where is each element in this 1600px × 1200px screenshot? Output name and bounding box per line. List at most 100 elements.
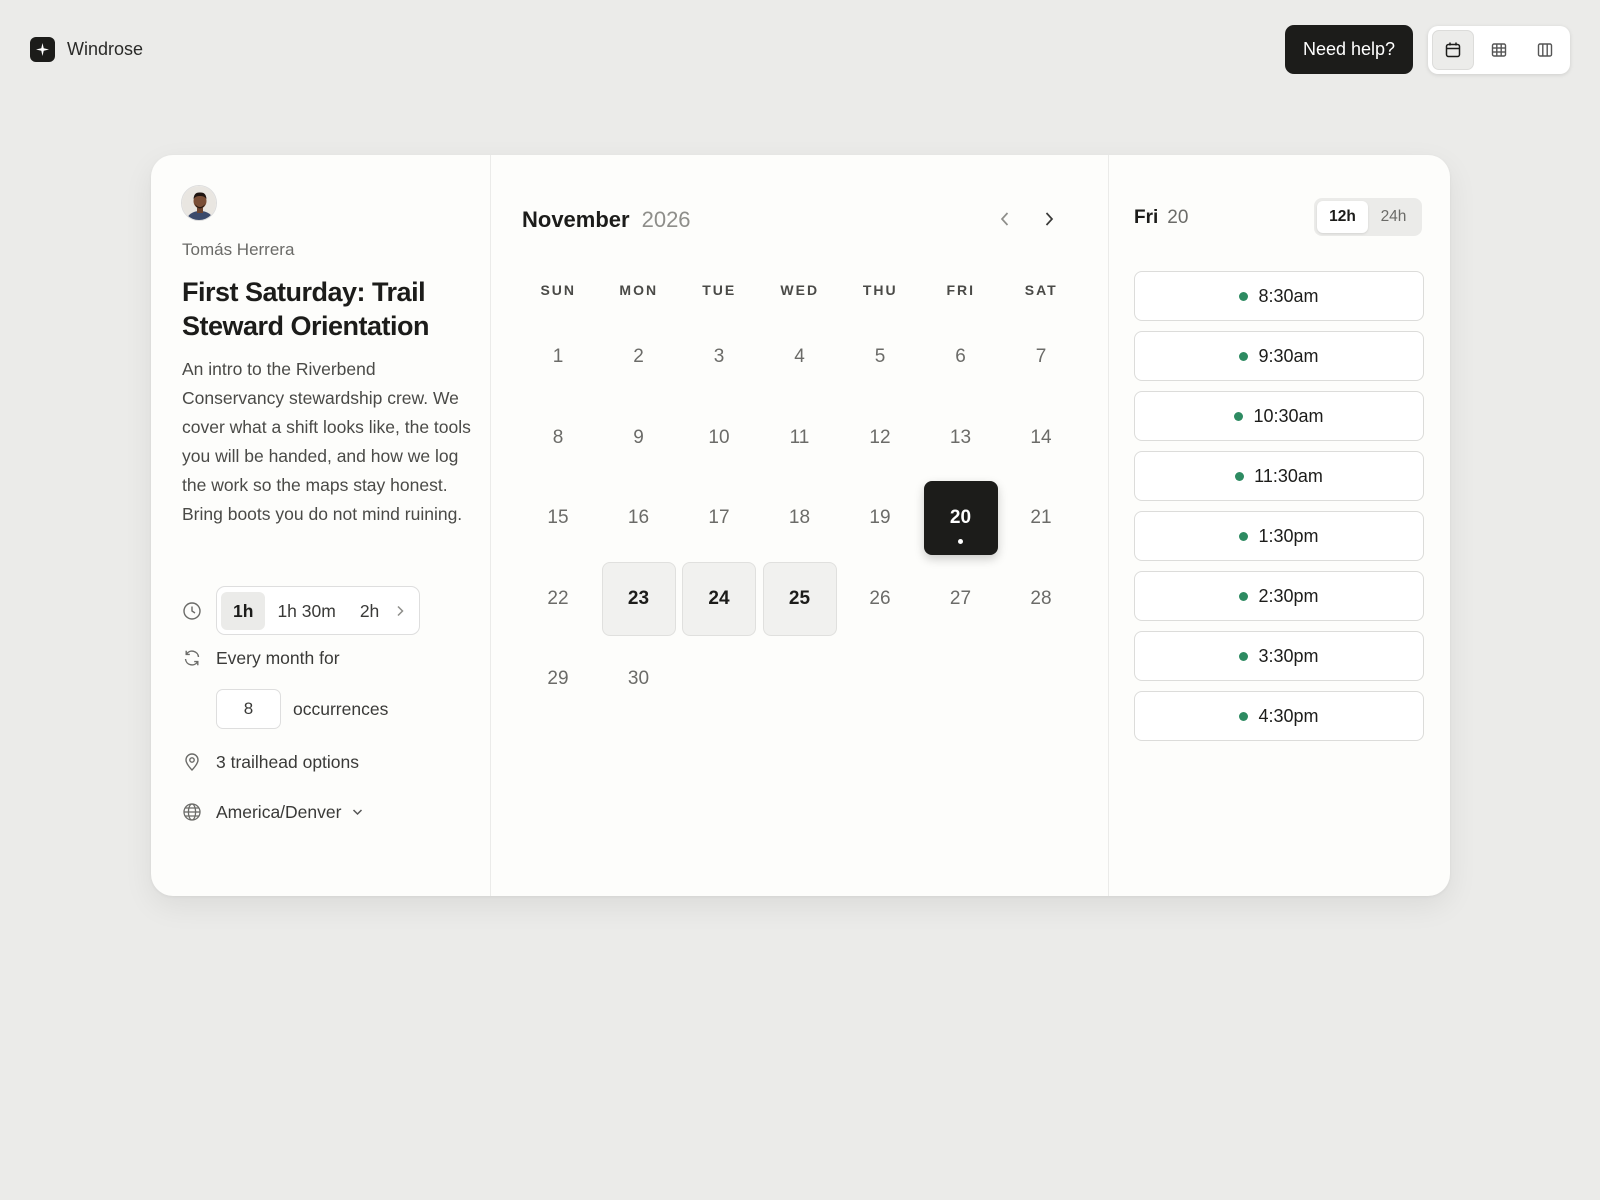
map-pin-icon — [181, 751, 203, 773]
availability-dot — [1234, 411, 1244, 421]
month-heading: November 2026 — [522, 207, 691, 233]
columns-icon — [1537, 43, 1553, 57]
day-number: 10 — [708, 426, 730, 448]
time-slot-button[interactable]: 8:30am — [1134, 271, 1424, 321]
month-label: November — [522, 207, 630, 232]
booking-card: Tomás Herrera First Saturday: Trail Stew… — [151, 155, 1450, 896]
occurrences-input[interactable]: 8 — [216, 689, 281, 729]
duration-selector: 1h 1h 30m 2h — [216, 586, 421, 635]
host-name: Tomás Herrera — [182, 240, 295, 259]
format-24h-option[interactable]: 24h — [1368, 201, 1419, 233]
grid-icon — [1491, 43, 1507, 57]
calendar-day: 7 — [1004, 320, 1078, 394]
calendar-day: 2 — [602, 320, 676, 394]
calendar-day: 5 — [843, 320, 917, 394]
day-number: 15 — [547, 507, 569, 528]
time-slot-button[interactable]: 2:30pm — [1134, 571, 1424, 621]
day-number: 26 — [869, 587, 891, 609]
calendar-day: 22 — [521, 562, 595, 636]
repeat-icon — [181, 647, 203, 669]
calendar-day[interactable]: 25 — [762, 561, 837, 636]
time-slot-button[interactable]: 11:30am — [1134, 451, 1424, 501]
calendar-day[interactable]: 23 — [601, 561, 676, 636]
day-number: 8 — [552, 426, 564, 448]
day-number: 13 — [949, 426, 972, 448]
time-slot-button[interactable]: 4:30pm — [1134, 691, 1424, 741]
duration-option[interactable]: 1h 30m — [265, 592, 347, 630]
day-number: 17 — [708, 507, 730, 528]
event-description: An intro to the Riverbend Conservancy st… — [182, 359, 471, 524]
month-view-button[interactable] — [1432, 30, 1474, 70]
duration-option[interactable]: 1h — [221, 591, 266, 630]
day-number: 12 — [869, 426, 891, 448]
day-number: 6 — [955, 346, 966, 367]
availability-dot — [1239, 351, 1249, 361]
duration-option[interactable]: 2h — [348, 592, 391, 630]
time-slot-button[interactable]: 10:30am — [1134, 391, 1424, 441]
day-number: 22 — [547, 587, 569, 609]
prev-month-button[interactable] — [991, 205, 1019, 233]
calendar-day: 29 — [521, 642, 595, 716]
weekday-label: SUN — [540, 282, 577, 298]
time-slot-label: 9:30am — [1258, 345, 1319, 366]
time-slot-label: 3:30pm — [1258, 645, 1319, 666]
chevron-right-icon — [1045, 212, 1054, 226]
day-number: 5 — [874, 346, 886, 367]
chevron-right-icon[interactable] — [391, 605, 415, 617]
time-slot-list: 8:30am 9:30am 10:30am 11:30am 1:30pm 2:30pm 3:… — [1134, 271, 1424, 751]
time-slots-panel: Fri 20 12h 24h 8:30am 9:30am 10:30am 11:30a… — [1109, 155, 1450, 896]
weekday-header: SUN MON TUE WED THU FRI SAT — [518, 282, 1082, 298]
weekday-label: WED — [780, 282, 820, 298]
brand[interactable]: Windrose — [30, 37, 143, 62]
weekday-label: MON — [619, 282, 659, 298]
location-label: 3 trailhead options — [216, 751, 360, 772]
view-switcher — [1428, 26, 1570, 74]
calendar-day: 27 — [924, 562, 998, 636]
calendar-day: 15 — [521, 481, 595, 555]
week-view-button[interactable] — [1478, 30, 1520, 70]
day-number: 21 — [1030, 507, 1052, 528]
day-number: 19 — [869, 507, 891, 528]
event-title: First Saturday: Trail Steward Orientatio… — [182, 277, 430, 341]
calendar-day: 18 — [763, 481, 837, 555]
calendar-day: 19 — [843, 481, 917, 555]
day-number: 14 — [1030, 426, 1052, 448]
day-number: 9 — [633, 426, 644, 448]
day-number: 7 — [1035, 346, 1047, 367]
day-number: 11 — [789, 426, 810, 448]
calendar-day: 17 — [682, 481, 756, 555]
time-slot-button[interactable]: 9:30am — [1134, 331, 1424, 381]
calendar-panel: November 2026 SUN MON TUE WED THU FRI SA… — [491, 155, 1109, 896]
timezone-row[interactable]: America/Denver — [181, 801, 363, 823]
time-slot-button[interactable]: 1:30pm — [1134, 511, 1424, 561]
calendar-day: 4 — [763, 320, 837, 394]
time-slot-label: 4:30pm — [1258, 705, 1319, 726]
calendar-day: 8 — [521, 401, 595, 475]
year-label: 2026 — [641, 207, 691, 232]
need-help-button[interactable]: Need help? — [1285, 25, 1413, 74]
calendar-day: 14 — [1004, 401, 1078, 475]
calendar-day-selected[interactable]: 20 — [923, 481, 998, 555]
calendar-day: 13 — [924, 401, 998, 475]
calendar-day: 26 — [843, 562, 917, 636]
column-view-button[interactable] — [1524, 30, 1566, 70]
duration-row: 1h 1h 30m 2h — [181, 586, 421, 635]
calendar-day: 9 — [602, 401, 676, 475]
weekday-label: TUE — [702, 282, 737, 298]
next-month-button[interactable] — [1035, 205, 1063, 233]
calendar-day[interactable]: 24 — [682, 561, 756, 636]
calendar-day: 16 — [602, 481, 676, 555]
calendar-day: 21 — [1004, 481, 1078, 555]
day-number: 23 — [627, 587, 650, 609]
day-number: 4 — [794, 346, 805, 367]
calendar-day: 3 — [682, 320, 756, 394]
timezone-select[interactable]: America/Denver — [216, 802, 341, 823]
time-slot-button[interactable]: 3:30pm — [1134, 631, 1424, 681]
host-avatar — [181, 185, 217, 221]
format-12h-option[interactable]: 12h — [1317, 201, 1368, 233]
day-number: 20 — [949, 507, 972, 528]
calendar-day: 1 — [521, 320, 595, 394]
calendar-day: 6 — [924, 320, 998, 394]
day-number: 24 — [708, 587, 730, 609]
selected-indicator-dot — [958, 539, 963, 544]
